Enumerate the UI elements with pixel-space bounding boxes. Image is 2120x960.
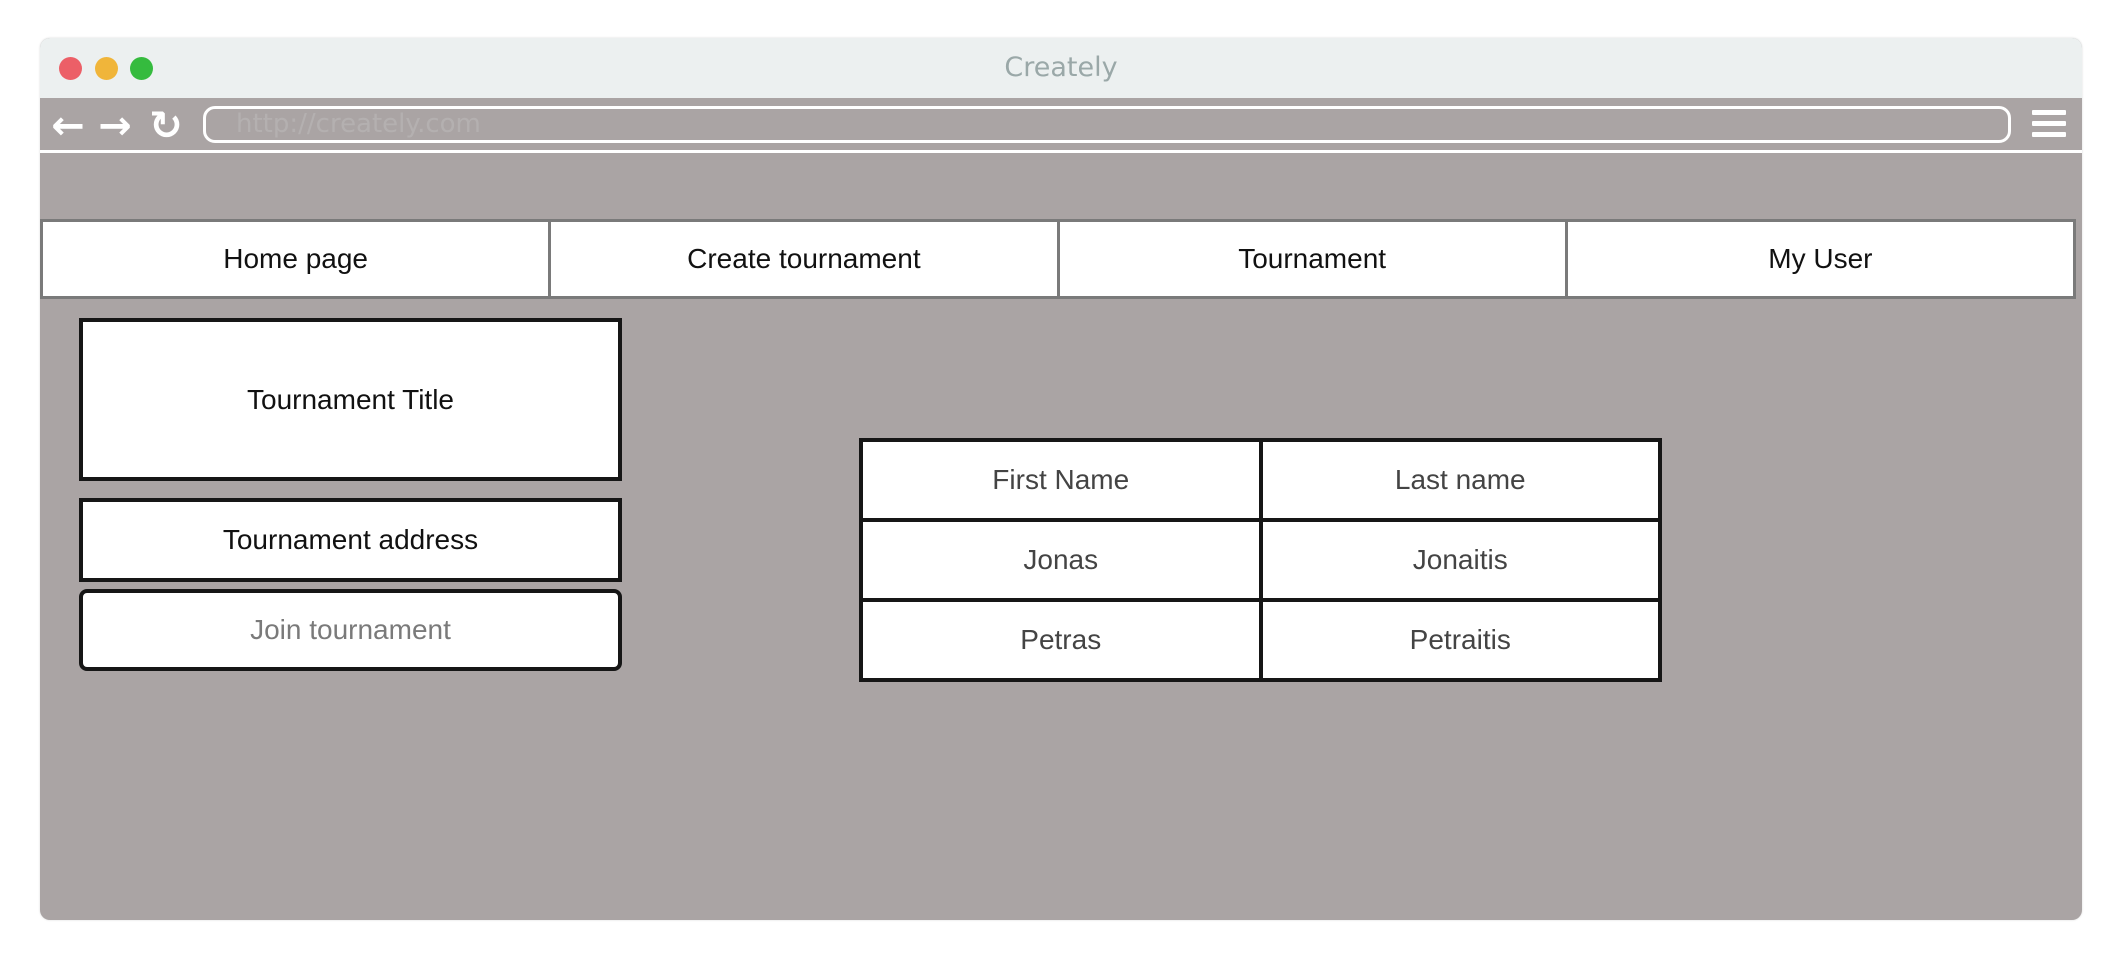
window-title: Creately xyxy=(1004,52,1118,83)
tournament-address: Tournament address xyxy=(79,498,622,582)
header-last-name: Last name xyxy=(1258,438,1662,522)
tab-my-user[interactable]: My User xyxy=(1568,222,2073,296)
browser-toolbar: ← → ↻ http://creately.com xyxy=(40,98,2082,153)
reload-icon[interactable]: ↻ xyxy=(144,104,188,148)
cell-last-name: Petraitis xyxy=(1258,598,1662,682)
header-first-name: First Name xyxy=(859,438,1263,522)
address-bar[interactable]: http://creately.com xyxy=(203,106,2011,143)
back-arrow-icon[interactable]: ← xyxy=(46,104,90,148)
join-tournament-button[interactable]: Join tournament xyxy=(79,589,622,671)
cell-first-name: Jonas xyxy=(859,518,1263,602)
table-row: Petras Petraitis xyxy=(859,598,1662,682)
table-row: Jonas Jonaitis xyxy=(859,518,1662,602)
table-header-row: First Name Last name xyxy=(859,438,1662,522)
participants-table: First Name Last name Jonas Jonaitis Petr… xyxy=(859,438,1662,682)
title-bar: Creately xyxy=(40,38,2082,98)
browser-window: Creately ← → ↻ http://creately.com Home … xyxy=(40,38,2082,920)
tab-create-tournament[interactable]: Create tournament xyxy=(551,222,1060,296)
cell-last-name: Jonaitis xyxy=(1258,518,1662,602)
tournament-title: Tournament Title xyxy=(79,318,622,481)
forward-arrow-icon[interactable]: → xyxy=(93,104,137,148)
cell-first-name: Petras xyxy=(859,598,1263,682)
tab-tournament[interactable]: Tournament xyxy=(1060,222,1568,296)
hamburger-menu-icon[interactable] xyxy=(2032,110,2066,140)
tab-home-page[interactable]: Home page xyxy=(43,222,552,296)
main-navigation: Home page Create tournament Tournament M… xyxy=(40,219,2076,299)
